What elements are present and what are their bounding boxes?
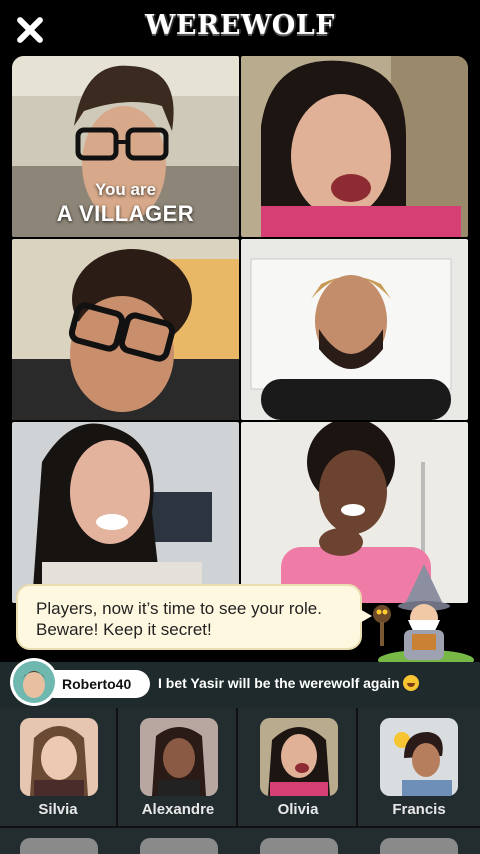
players-next-row: [0, 826, 480, 854]
sweat-smile-emoji-icon: [402, 675, 419, 691]
player-avatar: [380, 838, 458, 854]
chat-text: I bet Yasir will be the werewolf again: [158, 675, 419, 691]
player-avatar: [260, 838, 338, 854]
player-avatar: [260, 718, 338, 796]
player-card[interactable]: Alexandre: [120, 708, 238, 826]
role-reveal: You are A VILLAGER: [12, 180, 239, 227]
wizard-narrator-icon: [373, 564, 474, 670]
role-prefix: You are: [94, 180, 157, 199]
app-logo: WEREWOLF: [145, 10, 335, 41]
video-tile-player: [241, 239, 468, 420]
top-bar: WEREWOLF: [0, 0, 480, 56]
player-avatar: [20, 838, 98, 854]
player-avatar: [140, 718, 218, 796]
video-grid: You are A VILLAGER: [12, 56, 468, 603]
player-card[interactable]: Francis: [360, 708, 478, 826]
video-tile-player: [241, 56, 468, 237]
player-name: Francis: [392, 801, 446, 818]
narrator-speech-bubble: Players, now it’s time to see your role.…: [16, 584, 372, 650]
video-tile-player: [12, 422, 239, 603]
players-panel: Silvia Alexandre Olivia Francis: [0, 708, 480, 854]
chat-message: Roberto40 I bet Yasir will be the werewo…: [0, 658, 480, 708]
player-avatar: [20, 718, 98, 796]
chat-message-text: I bet Yasir will be the werewolf again: [158, 675, 400, 691]
video-tile-self: You are A VILLAGER: [12, 56, 239, 237]
player-avatar: [140, 838, 218, 854]
player-card[interactable]: Silvia: [0, 708, 118, 826]
player-avatar: [380, 718, 458, 796]
player-name: Alexandre: [141, 801, 215, 818]
player-card[interactable]: Olivia: [240, 708, 358, 826]
video-tile-player: [12, 239, 239, 420]
avatar[interactable]: [10, 658, 58, 706]
player-name: Silvia: [38, 801, 78, 818]
role-name: A VILLAGER: [56, 201, 195, 226]
player-name: Olivia: [277, 801, 319, 818]
